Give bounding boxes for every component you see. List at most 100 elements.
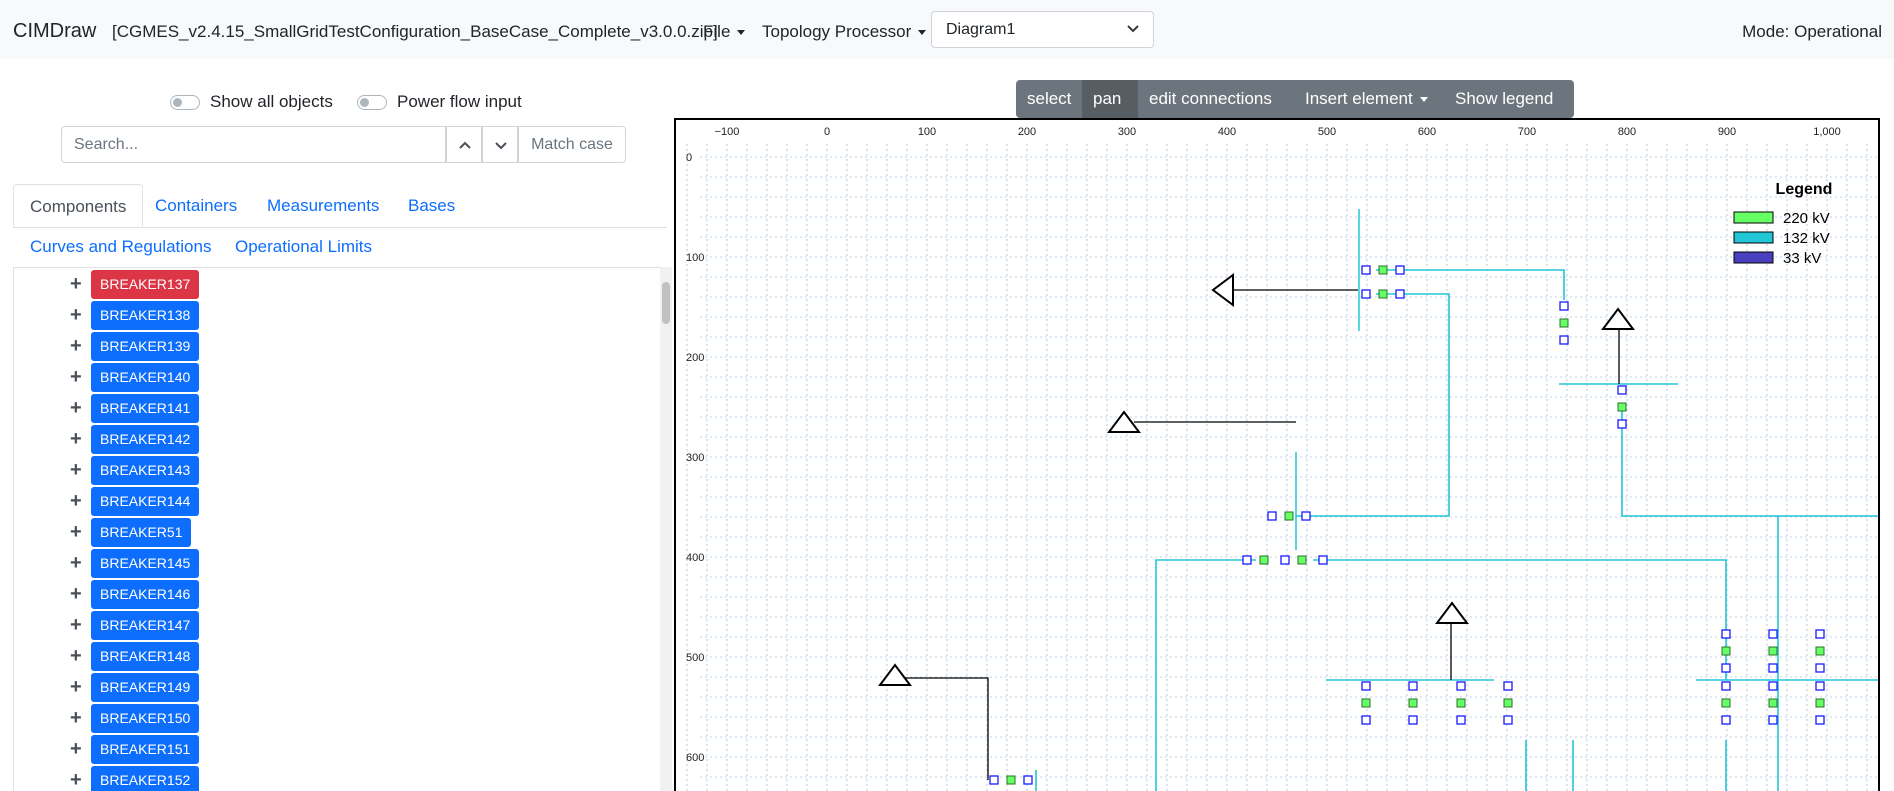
connectivity-node xyxy=(1395,265,1405,275)
tab-bases[interactable]: Bases xyxy=(408,196,455,216)
match-case-toggle[interactable]: Match case xyxy=(518,126,626,163)
topology-processor-menu[interactable]: Topology Processor xyxy=(762,22,927,42)
connectivity-node xyxy=(1617,385,1627,395)
search-next-button[interactable] xyxy=(482,126,518,163)
caret-down-icon xyxy=(737,30,746,36)
app-brand[interactable]: CIMDraw xyxy=(13,20,96,43)
ruler-x-label: 900 xyxy=(1718,126,1736,138)
tree-item-label[interactable]: BREAKER142 xyxy=(91,425,200,454)
tree-item-label[interactable]: BREAKER137 xyxy=(91,270,200,299)
tree-item-label[interactable]: BREAKER51 xyxy=(91,518,192,547)
edit-connections-button[interactable]: edit connections xyxy=(1138,80,1294,118)
show-legend-button[interactable]: Show legend xyxy=(1444,80,1574,118)
file-menu[interactable]: File xyxy=(703,22,746,42)
expand-plus-icon[interactable]: + xyxy=(70,614,82,637)
tree-item-label[interactable]: BREAKER148 xyxy=(91,642,200,671)
pan-tool-button[interactable]: pan xyxy=(1082,80,1138,118)
diagram-svg[interactable]: −100 0 100 200 300 400 500 600 700 800 900 1,000 0 10… xyxy=(676,120,1880,791)
ruler-x-label: 1,000 xyxy=(1813,126,1841,138)
expand-plus-icon[interactable]: + xyxy=(70,366,82,389)
tree-item-label[interactable]: BREAKER150 xyxy=(91,704,200,733)
ruler-y-label: 600 xyxy=(686,752,704,764)
tree-item-label[interactable]: BREAKER149 xyxy=(91,673,200,702)
expand-plus-icon[interactable]: + xyxy=(70,552,82,575)
expand-plus-icon[interactable]: + xyxy=(70,707,82,730)
expand-plus-icon[interactable]: + xyxy=(70,521,82,544)
connectivity-node xyxy=(1408,715,1418,725)
tab-measurements[interactable]: Measurements xyxy=(267,196,379,216)
ruler-x-label: 700 xyxy=(1518,126,1536,138)
tree-item-label[interactable]: BREAKER143 xyxy=(91,456,200,485)
breaker-symbol xyxy=(1768,646,1778,656)
expand-plus-icon[interactable]: + xyxy=(70,335,82,358)
tree-item-label[interactable]: BREAKER145 xyxy=(91,549,200,578)
connectivity-node xyxy=(1768,663,1778,673)
chevron-down-icon xyxy=(495,142,507,150)
energy-consumer-triangle-icon xyxy=(1601,307,1635,330)
load-connector xyxy=(896,677,989,780)
show-all-objects-switch[interactable] xyxy=(170,95,200,111)
select-tool-button[interactable]: select xyxy=(1016,80,1082,118)
expand-plus-icon[interactable]: + xyxy=(70,304,82,327)
tree-item-label[interactable]: BREAKER139 xyxy=(91,332,200,361)
breaker-symbol xyxy=(1408,698,1418,708)
breaker-symbol xyxy=(1617,402,1627,412)
diagram-select[interactable]: Diagram1 xyxy=(931,11,1154,48)
tree-item-label[interactable]: BREAKER138 xyxy=(91,301,200,330)
diagram-equipment xyxy=(878,265,1825,785)
show-all-objects-option[interactable]: Show all objects xyxy=(170,92,333,112)
expand-plus-icon[interactable]: + xyxy=(70,583,82,606)
expand-plus-icon[interactable]: + xyxy=(70,769,82,791)
tree-item-label[interactable]: BREAKER146 xyxy=(91,580,200,609)
expand-plus-icon[interactable]: + xyxy=(70,459,82,482)
topology-menu-label: Topology Processor xyxy=(762,22,912,41)
expand-plus-icon[interactable]: + xyxy=(70,397,82,420)
ruler-y-label: 400 xyxy=(686,552,704,564)
caret-down-icon xyxy=(1419,97,1428,103)
energy-consumer-triangle-icon xyxy=(1211,273,1234,307)
tab-components[interactable]: Components xyxy=(13,184,144,227)
connectivity-node xyxy=(1559,335,1569,345)
connectivity-node xyxy=(1456,715,1466,725)
search-input[interactable]: Search... xyxy=(61,126,446,163)
insert-element-button[interactable]: Insert element xyxy=(1294,80,1444,118)
breaker-symbol xyxy=(1259,555,1269,565)
expand-plus-icon[interactable]: + xyxy=(70,490,82,513)
tree-item-label[interactable]: BREAKER140 xyxy=(91,363,200,392)
power-flow-input-label: Power flow input xyxy=(397,92,522,111)
ruler-y-label: 300 xyxy=(686,452,704,464)
legend-title: Legend xyxy=(1776,181,1833,198)
tree-scrollbar-thumb[interactable] xyxy=(662,282,670,324)
diagram-lines xyxy=(896,209,1878,791)
breaker-symbol xyxy=(1815,698,1825,708)
file-menu-label: File xyxy=(703,22,731,41)
tree-item-label[interactable]: BREAKER147 xyxy=(91,611,200,640)
connectivity-node xyxy=(1301,511,1311,521)
tab-curves-and-regulations[interactable]: Curves and Regulations xyxy=(30,237,211,257)
tab-operational-limits[interactable]: Operational Limits xyxy=(235,237,372,257)
tree-item-label[interactable]: BREAKER152 xyxy=(91,766,200,791)
power-flow-input-option[interactable]: Power flow input xyxy=(357,92,522,112)
tree-item-label[interactable]: BREAKER151 xyxy=(91,735,200,764)
ruler-y-label: 500 xyxy=(686,652,704,664)
expand-plus-icon[interactable]: + xyxy=(70,676,82,699)
breaker-symbol xyxy=(1297,555,1307,565)
tab-containers[interactable]: Containers xyxy=(155,196,237,216)
expand-plus-icon[interactable]: + xyxy=(70,428,82,451)
transmission-line xyxy=(1525,740,1527,791)
expand-plus-icon[interactable]: + xyxy=(70,273,82,296)
tree-item-label[interactable]: BREAKER141 xyxy=(91,394,200,423)
tree-scrollbar[interactable] xyxy=(660,267,672,791)
expand-plus-icon[interactable]: + xyxy=(70,645,82,668)
power-flow-input-switch[interactable] xyxy=(357,95,387,111)
search-previous-button[interactable] xyxy=(446,126,482,163)
chevron-down-icon xyxy=(1127,25,1139,33)
tree-item-label[interactable]: BREAKER144 xyxy=(91,487,200,516)
connectivity-node xyxy=(1815,629,1825,639)
ruler-x-label: 100 xyxy=(918,126,936,138)
show-all-objects-label: Show all objects xyxy=(210,92,333,111)
expand-plus-icon[interactable]: + xyxy=(70,738,82,761)
connectivity-node xyxy=(1721,663,1731,673)
transmission-line xyxy=(1725,740,1727,791)
diagram-canvas[interactable]: −100 0 100 200 300 400 500 600 700 800 900 1,000 0 10… xyxy=(674,118,1880,791)
